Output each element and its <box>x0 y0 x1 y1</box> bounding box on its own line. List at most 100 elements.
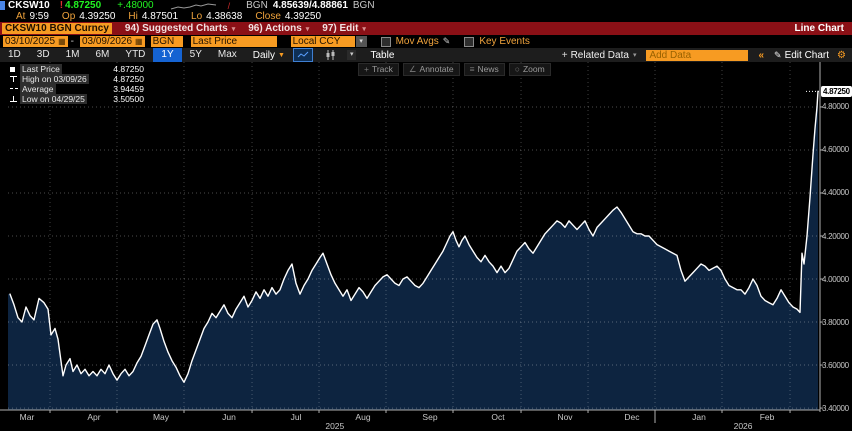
dropdown-caret-icon: ▾ <box>306 25 310 33</box>
topbar-stats: At9:59Op4.39250Hi4.87501Lo4.38638Close4.… <box>8 11 852 22</box>
quote-source-left: BGN <box>246 0 268 11</box>
frequency-caret-icon: ▼ <box>278 52 285 59</box>
legend-label: Last Price <box>20 64 62 74</box>
date-to-value: 03/09/2026 <box>82 36 132 47</box>
news-label: News <box>478 64 499 75</box>
period-toolbar: 1D3D1M6MYTD1Y5YMax Daily ▼ ▾ Table + Rel… <box>0 48 852 62</box>
collapse-panel-icon[interactable]: « <box>758 50 764 61</box>
last-price: 4.87250 <box>65 0 101 11</box>
price-field-selector[interactable]: Last Price <box>191 36 277 47</box>
legend-value: 4.87250 <box>113 74 144 84</box>
low-marker-icon <box>10 95 20 103</box>
candle-chart-icon <box>325 50 335 60</box>
track-button[interactable]: +Track <box>358 63 399 76</box>
frequency-selector[interactable]: Daily ▼ <box>253 50 285 61</box>
menu-item--actions[interactable]: 96) Actions▾ <box>248 23 309 34</box>
tab-1m[interactable]: 1M <box>58 48 88 62</box>
x-axis-month-label: Dec <box>624 412 639 422</box>
add-data-input[interactable]: Add Data <box>646 50 748 61</box>
security-box[interactable]: CKSW10 BGN Curncy <box>2 23 112 34</box>
news-button[interactable]: ≡News <box>464 63 505 76</box>
chart-legend: Last Price4.87250High on 03/09/26 4.87250… <box>10 64 144 104</box>
mov-avgs-edit-icon[interactable]: ✎ <box>443 36 451 47</box>
track-icon: + <box>364 64 369 75</box>
legend-label: Average <box>20 84 56 94</box>
quote-source-right: BGN <box>353 0 375 11</box>
x-axis-year-label: 2025 <box>325 421 344 431</box>
key-events-label[interactable]: Key Events <box>479 36 530 47</box>
quote-stat-label: Hi <box>128 11 137 22</box>
date-from-value: 03/10/2025 <box>5 36 55 47</box>
date-to-field[interactable]: 03/09/2026 ▦ <box>80 36 145 47</box>
quote-stat: Op4.39250 <box>62 11 116 22</box>
legend-value: 3.94459 <box>113 84 144 94</box>
y-axis-tick-label: 3.60000 <box>822 361 849 370</box>
related-data-button[interactable]: + Related Data ▾ <box>562 50 637 61</box>
x-axis-month-label: Aug <box>355 412 370 422</box>
date-from-field[interactable]: 03/10/2025 ▦ <box>3 36 68 47</box>
quote-stat-value: 4.39250 <box>285 11 321 22</box>
menu-items: 94) Suggested Charts▾ 96) Actions▾ 97) Edi… <box>112 23 366 34</box>
tab-max[interactable]: Max <box>210 48 245 62</box>
x-axis-month-label: Apr <box>87 412 100 422</box>
calendar-icon[interactable]: ▦ <box>58 36 66 47</box>
window-handle-icon <box>0 1 5 10</box>
period-tabs: 1D3D1M6MYTD1Y5YMax <box>0 48 245 62</box>
legend-row: Last Price4.87250 <box>10 64 144 74</box>
gear-icon[interactable]: ⚙ <box>837 50 846 61</box>
tab-5y[interactable]: 5Y <box>182 48 210 62</box>
edit-chart-pencil-icon[interactable]: ✎ <box>774 50 782 61</box>
y-axis-tick-label: 4.60000 <box>822 145 849 154</box>
zoom-button[interactable]: ○Zoom <box>509 63 551 76</box>
x-axis-month-label: Jan <box>692 412 706 422</box>
quote-stat-value: 4.87501 <box>142 11 178 22</box>
table-button[interactable]: Table <box>370 50 394 61</box>
key-events-checkbox[interactable] <box>464 37 474 47</box>
high-marker-icon <box>10 75 20 83</box>
tab-ytd[interactable]: YTD <box>117 48 153 62</box>
menu-item--edit[interactable]: 97) Edit▾ <box>322 23 366 34</box>
menu-item--suggested-charts[interactable]: 94) Suggested Charts▾ <box>125 23 235 34</box>
tab-1d[interactable]: 1D <box>0 48 29 62</box>
calendar-icon[interactable]: ▦ <box>135 36 143 47</box>
quote-stat: Close4.39250 <box>255 11 321 22</box>
price-change: +.48000 <box>117 0 153 11</box>
dropdown-caret-icon: ▾ <box>362 25 366 33</box>
mov-avgs-checkbox[interactable] <box>381 37 391 47</box>
line-chart-icon <box>297 51 309 59</box>
zoom-label: Zoom <box>523 64 545 75</box>
y-axis-tick-label: 4.40000 <box>822 188 849 197</box>
x-axis-year-label: 2026 <box>734 421 753 431</box>
tab-3d[interactable]: 3D <box>29 48 58 62</box>
quote-stat-value: 4.38638 <box>206 11 242 22</box>
candle-chart-type-button[interactable] <box>321 49 339 61</box>
x-axis-month-label: Feb <box>760 412 775 422</box>
quote-stat: Hi 4.87501 <box>128 11 178 22</box>
square-marker-icon <box>10 67 20 72</box>
line-chart-type-button[interactable] <box>293 48 313 62</box>
average-marker-icon <box>10 88 20 90</box>
annotate-button[interactable]: ∠Annotate <box>403 63 460 76</box>
y-axis-tick-label: 4.00000 <box>822 275 849 284</box>
edit-chart-button[interactable]: Edit Chart <box>785 50 829 61</box>
tab-1y[interactable]: 1Y <box>153 48 181 62</box>
tab-6m[interactable]: 6M <box>88 48 118 62</box>
currency-dropdown-caret-icon[interactable]: ▾ <box>356 36 367 47</box>
pricing-source-field[interactable]: BGN <box>151 36 183 47</box>
chart-type-dropdown-icon[interactable]: ▾ <box>347 50 357 60</box>
intraday-sparkline-icon <box>170 1 218 11</box>
mov-avgs-label[interactable]: Mov Avgs <box>396 36 439 47</box>
legend-row: Low on 04/29/253.50500 <box>10 94 144 104</box>
ticker-symbol: CKSW10 <box>8 0 50 11</box>
range-separator: - <box>71 36 74 47</box>
quote-stat-label: At <box>16 11 25 22</box>
toolbar2-right: + Related Data ▾ Add Data « ✎ Edit Chart… <box>562 50 852 61</box>
y-axis-tick-label: 4.80000 <box>822 102 849 111</box>
annotate-icon: ∠ <box>409 64 417 75</box>
legend-label: High on 03/09/26 <box>20 74 89 84</box>
y-axis-tick-label: 3.80000 <box>822 318 849 327</box>
currency-selector[interactable]: Local CCY <box>291 36 355 47</box>
chart-settings-toolbar: 03/10/2025 ▦ - 03/09/2026 ▦ BGN Last Pri… <box>0 35 852 48</box>
price-line-chart[interactable] <box>0 62 852 429</box>
track-label: Track <box>372 64 393 75</box>
